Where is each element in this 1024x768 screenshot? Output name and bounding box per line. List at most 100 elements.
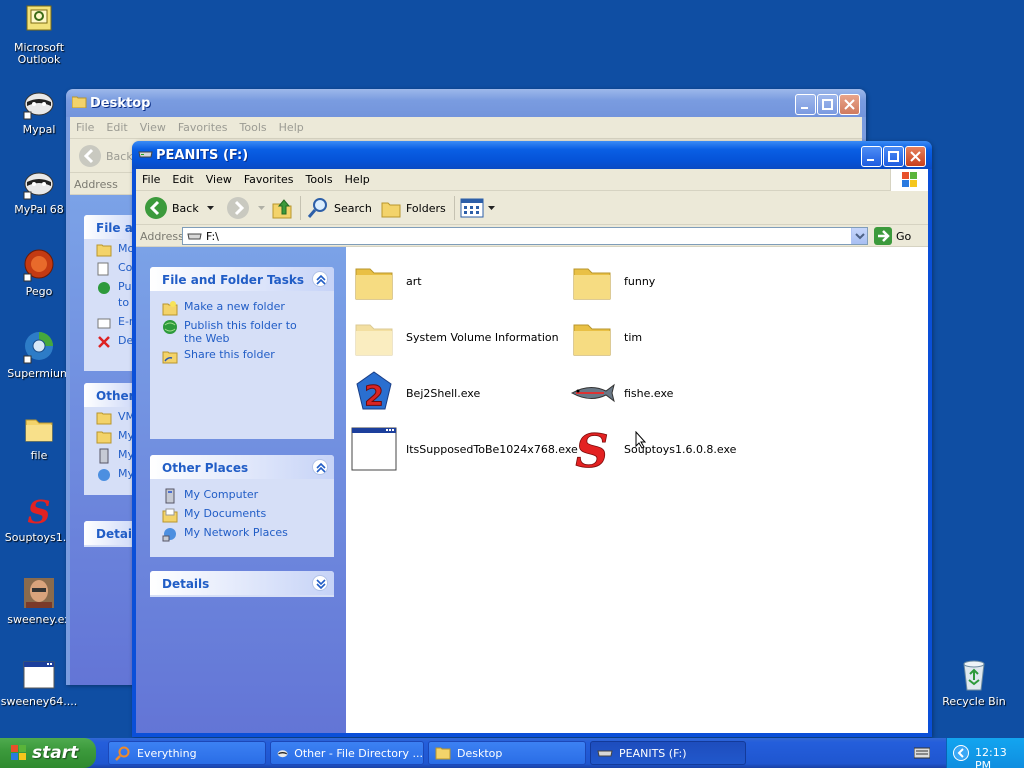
- task-share-folder[interactable]: Share this folder: [150, 345, 334, 364]
- delete-icon: [96, 334, 112, 350]
- file-item[interactable]: funny: [568, 257, 655, 305]
- menu-bar: File Edit View Favorites Tools Help: [136, 169, 928, 191]
- file-item[interactable]: ItsSupposedToBe1024x768.exe: [350, 425, 578, 473]
- place-my-documents[interactable]: My Documents: [150, 504, 334, 523]
- address-input[interactable]: F:\: [182, 227, 868, 245]
- folder-icon: [568, 313, 616, 361]
- windows-logo-icon: [11, 745, 26, 760]
- place-my-network[interactable]: My Network Places: [150, 523, 334, 542]
- menu-view[interactable]: View: [200, 169, 238, 191]
- menu-edit[interactable]: Edit: [166, 169, 199, 191]
- collapse-chevron-icon[interactable]: [312, 271, 328, 287]
- mouse-cursor-icon: [635, 431, 647, 449]
- minimize-button[interactable]: [795, 94, 816, 115]
- panel-title: Other Places: [150, 455, 334, 479]
- my-documents-icon: [162, 507, 178, 523]
- menu-file[interactable]: File: [136, 169, 166, 191]
- desktop-icon-label: Microsoft Outlook: [13, 41, 65, 66]
- address-label: Address: [74, 178, 118, 191]
- minimize-button[interactable]: [861, 146, 882, 167]
- task-pane: File and Folder Tasks Make a new folder …: [136, 247, 346, 733]
- menu-tools[interactable]: Tools: [234, 117, 273, 139]
- chevron-down-icon: [855, 233, 865, 240]
- app-window-icon: [350, 425, 398, 473]
- other-places-panel: Other Places My Computer My Documents My…: [150, 455, 334, 557]
- pego-icon: [22, 248, 56, 282]
- show-hidden-icons-icon[interactable]: [953, 745, 969, 761]
- menu-file[interactable]: File: [70, 117, 100, 139]
- menu-favorites[interactable]: Favorites: [238, 169, 300, 191]
- keyboard-icon[interactable]: [914, 747, 930, 759]
- file-item[interactable]: 2 Bej2Shell.exe: [350, 369, 480, 417]
- menu-favorites[interactable]: Favorites: [172, 117, 234, 139]
- file-item[interactable]: art: [350, 257, 422, 305]
- app-window-icon: [22, 658, 56, 692]
- network-icon: [96, 467, 112, 483]
- file-item[interactable]: fishe.exe: [568, 369, 673, 417]
- folders-button[interactable]: Folders: [380, 196, 446, 220]
- close-button[interactable]: [905, 146, 926, 167]
- menu-tools[interactable]: Tools: [300, 169, 339, 191]
- menu-help[interactable]: Help: [273, 117, 310, 139]
- address-bar: Address F:\ Go: [136, 225, 928, 247]
- taskbar-button-desktop[interactable]: Desktop: [428, 741, 586, 765]
- taskbar-button-peanits[interactable]: PEANITS (F:): [590, 741, 746, 765]
- folder-icon: [22, 412, 56, 446]
- network-icon: [162, 526, 178, 542]
- close-button[interactable]: [839, 94, 860, 115]
- desktop-icon-outlook[interactable]: Microsoft Outlook: [0, 4, 78, 66]
- copy-icon: [96, 261, 112, 277]
- panel-title: Details: [150, 571, 334, 595]
- computer-icon: [96, 448, 112, 464]
- file-list[interactable]: art funny System Volume Information tim …: [346, 247, 928, 733]
- task-publish-folder[interactable]: Publish this folder to the Web: [150, 316, 334, 345]
- drive-icon: [597, 750, 613, 757]
- menu-help[interactable]: Help: [339, 169, 376, 191]
- views-button[interactable]: [460, 196, 495, 220]
- desktop-icon-recycle-bin[interactable]: Recycle Bin: [935, 658, 1013, 708]
- raccoon-icon: [22, 166, 56, 200]
- windows-flag-icon: [890, 169, 928, 191]
- svg-text:S: S: [575, 425, 608, 473]
- globe-icon: [162, 319, 178, 335]
- place-my-computer[interactable]: My Computer: [150, 485, 334, 504]
- expand-chevron-icon[interactable]: [312, 575, 328, 591]
- taskbar-button-file-directory[interactable]: Other - File Directory ...: [270, 741, 424, 765]
- window-title: PEANITS (F:): [156, 148, 249, 163]
- task-make-new-folder[interactable]: Make a new folder: [150, 297, 334, 316]
- back-button[interactable]: Back: [78, 144, 133, 168]
- file-item[interactable]: tim: [568, 313, 642, 361]
- file-item[interactable]: System Volume Information: [350, 313, 559, 361]
- supermium-icon: [22, 330, 56, 364]
- folder-hidden-icon: [350, 313, 398, 361]
- search-button[interactable]: Search: [306, 196, 372, 220]
- start-button[interactable]: start: [0, 738, 96, 768]
- address-dropdown-button[interactable]: [851, 228, 867, 244]
- folder-icon: [96, 410, 112, 426]
- menu-view[interactable]: View: [134, 117, 172, 139]
- maximize-button[interactable]: [883, 146, 904, 167]
- globe-icon: [96, 280, 112, 296]
- file-tasks-panel: File and Folder Tasks Make a new folder …: [150, 267, 334, 439]
- go-button[interactable]: Go: [874, 227, 911, 245]
- title-bar[interactable]: Desktop: [66, 89, 866, 117]
- maximize-button[interactable]: [817, 94, 838, 115]
- outlook-icon: [22, 4, 56, 38]
- explorer-window[interactable]: PEANITS (F:) File Edit View Favorites Tools H…: [132, 141, 932, 737]
- forward-button[interactable]: [226, 196, 265, 220]
- drive-icon: [187, 233, 202, 240]
- svg-text:2: 2: [364, 379, 383, 412]
- share-folder-icon: [162, 348, 178, 364]
- collapse-chevron-icon[interactable]: [312, 459, 328, 475]
- clock[interactable]: 12:13 PM: [975, 746, 1024, 768]
- new-folder-icon: [162, 300, 178, 316]
- menu-edit[interactable]: Edit: [100, 117, 133, 139]
- up-folder-button[interactable]: [270, 196, 294, 220]
- desktop-icon-label: sweeney64....: [0, 695, 78, 708]
- title-bar[interactable]: PEANITS (F:): [132, 141, 932, 169]
- back-button[interactable]: Back: [144, 196, 214, 220]
- drive-icon: [138, 148, 153, 160]
- recycle-bin-icon: [957, 658, 991, 692]
- taskbar-button-everything[interactable]: Everything: [108, 741, 266, 765]
- file-item[interactable]: S Souptoys1.6.0.8.exe: [568, 424, 736, 479]
